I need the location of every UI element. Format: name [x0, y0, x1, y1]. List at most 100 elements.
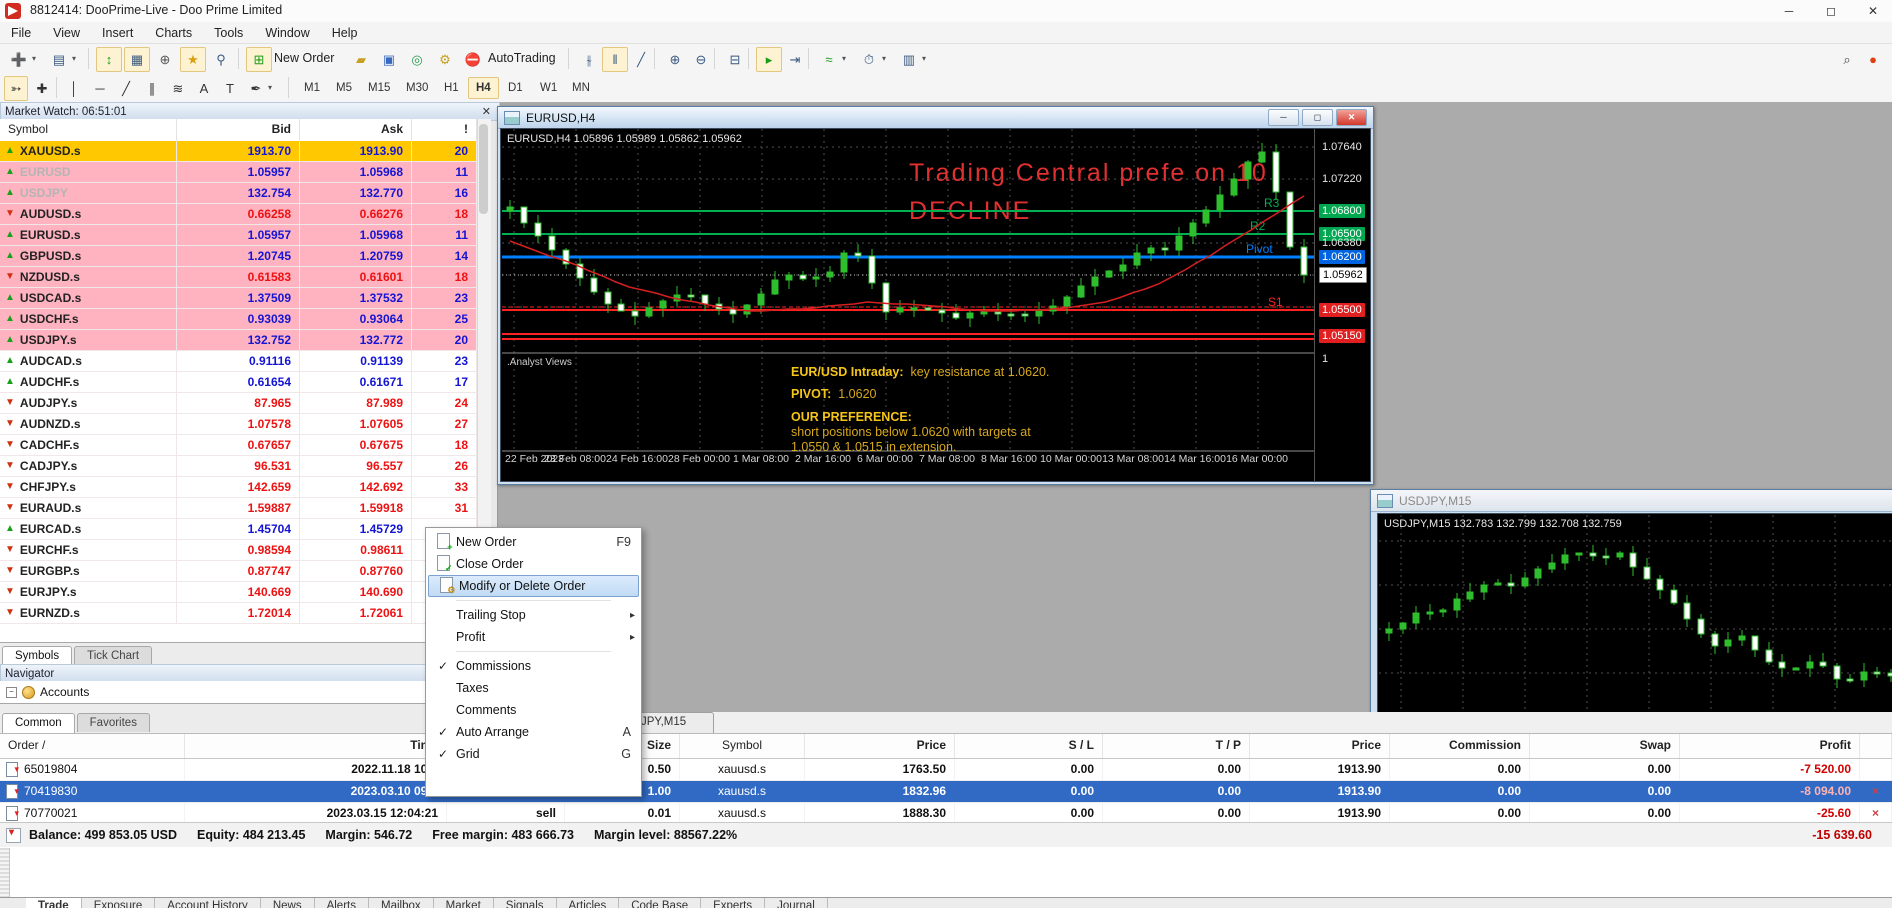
menu-item-modify-or-delete-order[interactable]: Modify or Delete Order — [428, 575, 639, 597]
column-header-bid[interactable]: Bid — [177, 119, 300, 141]
arrows-icon[interactable]: ✒ — [244, 76, 268, 101]
horizontal-line-icon[interactable]: ─ — [88, 76, 112, 101]
terminal-tab-mailbox[interactable]: Mailbox — [369, 898, 434, 908]
templates-icon[interactable]: ▥ — [896, 47, 922, 72]
market-watch-row-chfjpy.s[interactable]: ▼CHFJPY.s142.659142.69233 — [0, 477, 477, 498]
menu-file[interactable]: File — [0, 24, 42, 42]
new-order-icon[interactable]: ⊞ — [246, 47, 272, 72]
dropdown-caret-icon[interactable]: ▾ — [922, 54, 926, 63]
usdjpy-chart-area[interactable]: USDJPY,M15 132.783 132.799 132.708 132.7… — [1377, 513, 1892, 713]
terminal-tab-signals[interactable]: Signals — [494, 898, 557, 908]
column-header-ask[interactable]: Ask — [300, 119, 412, 141]
menu-window[interactable]: Window — [254, 24, 320, 42]
navigator-crosshair-icon[interactable]: ⊕ — [152, 47, 178, 72]
dropdown-caret-icon[interactable]: ▾ — [882, 54, 886, 63]
market-watch-row-audcad.s[interactable]: ▲AUDCAD.s0.911160.9113923 — [0, 351, 477, 372]
new-chart-icon[interactable]: ➕ — [6, 47, 32, 72]
market-watch-row-gbpusd.s[interactable]: ▲GBPUSD.s1.207451.2075914 — [0, 246, 477, 267]
terminal-tab-journal[interactable]: Journal — [765, 898, 828, 908]
market-watch-row-usdjpy[interactable]: ▲USDJPY132.754132.77016 — [0, 183, 477, 204]
market-watch-close-icon[interactable]: ✕ — [478, 105, 495, 118]
menu-item-grid[interactable]: ✓GridG — [426, 743, 641, 765]
maximize-button[interactable]: ◻ — [1814, 0, 1848, 22]
timeframe-h4[interactable]: H4 — [468, 77, 499, 99]
auto-scroll-icon[interactable]: ▸ — [756, 47, 782, 72]
menu-charts[interactable]: Charts — [144, 24, 203, 42]
terminal-tab-exposure[interactable]: Exposure — [82, 898, 156, 908]
minimize-button[interactable]: ─ — [1772, 0, 1806, 22]
timeframe-d1[interactable]: D1 — [500, 77, 531, 99]
tab-common[interactable]: Common — [2, 713, 75, 733]
column-header-symbol[interactable]: Symbol — [680, 734, 805, 758]
order-row-70419830[interactable]: 704198302023.03.10 09:2sell1.00xauusd.s1… — [0, 781, 1892, 803]
terminal-tab-trade[interactable]: Trade — [26, 898, 82, 908]
crosshair-icon[interactable]: ✚ — [30, 76, 54, 101]
market-watch-row-eurusd.s[interactable]: ▲EURUSD.s1.059571.0596811 — [0, 225, 477, 246]
market-watch-row-cadchf.s[interactable]: ▼CADCHF.s0.676570.6767518 — [0, 435, 477, 456]
market-watch-row-audchf.s[interactable]: ▲AUDCHF.s0.616540.6167117 — [0, 372, 477, 393]
deposit-icon[interactable]: ▰ — [348, 47, 374, 72]
timeframe-h1[interactable]: H1 — [436, 77, 467, 99]
text-icon[interactable]: A — [192, 76, 216, 101]
terminal-tab-articles[interactable]: Articles — [557, 898, 620, 908]
market-watch-row-eurusd[interactable]: ▲EURUSD1.059571.0596811 — [0, 162, 477, 183]
chart-maximize-button[interactable]: ◻ — [1302, 109, 1333, 126]
menu-item-auto-arrange[interactable]: ✓Auto ArrangeA — [426, 721, 641, 743]
column-header-symbol[interactable]: Symbol — [0, 119, 177, 141]
zoom-in-icon[interactable]: ⊕ — [662, 47, 688, 72]
market-watch-row-nzdusd.s[interactable]: ▼NZDUSD.s0.615830.6160118 — [0, 267, 477, 288]
column-header-price[interactable]: Price — [1250, 734, 1390, 758]
terminal-icon[interactable]: ★ — [180, 47, 206, 72]
market-watch-row-eurnzd.s[interactable]: ▼EURNZD.s1.720141.72061 — [0, 603, 477, 624]
tab-tick-chart[interactable]: Tick Chart — [74, 646, 152, 665]
menu-item-close-order[interactable]: Close Order — [426, 553, 641, 575]
tab-favorites[interactable]: Favorites — [77, 713, 150, 732]
close-order-icon[interactable]: × — [1860, 781, 1892, 802]
column-header-tp[interactable]: T / P — [1103, 734, 1250, 758]
order-row-65019804[interactable]: 650198042022.11.18 10:30.50xauusd.s1763.… — [0, 759, 1892, 781]
trendline-icon[interactable]: ╱ — [114, 76, 138, 101]
data-window-icon[interactable]: ▦ — [124, 47, 150, 72]
profiles-icon[interactable]: ▤ — [46, 47, 72, 72]
column-header-commission[interactable]: Commission — [1390, 734, 1530, 758]
market-watch-icon[interactable]: ↕ — [96, 47, 122, 72]
dropdown-caret-icon[interactable]: ▾ — [842, 54, 846, 63]
column-header-time[interactable]: Time — [185, 734, 447, 758]
market-watch-row-audnzd.s[interactable]: ▼AUDNZD.s1.075781.0760527 — [0, 414, 477, 435]
cursor-icon[interactable]: ➳ — [4, 76, 28, 101]
menu-item-taxes[interactable]: Taxes — [426, 677, 641, 699]
column-header-swap[interactable]: Swap — [1530, 734, 1680, 758]
indicators-icon[interactable]: ≈ — [816, 47, 842, 72]
timeframe-w1[interactable]: W1 — [532, 77, 565, 99]
new-order-button[interactable]: New Order — [274, 51, 334, 65]
menu-view[interactable]: View — [42, 24, 91, 42]
close-order-icon[interactable]: × — [1860, 803, 1892, 824]
line-chart-type-icon[interactable]: ╱ — [628, 47, 654, 72]
market-watch-row-euraud.s[interactable]: ▼EURAUD.s1.598871.5991831 — [0, 498, 477, 519]
market-watch-row-eurgbp.s[interactable]: ▼EURGBP.s0.877470.87760 — [0, 561, 477, 582]
dropdown-caret-icon[interactable]: ▾ — [268, 83, 272, 92]
market-watch-row-audjpy.s[interactable]: ▼AUDJPY.s87.96587.98924 — [0, 393, 477, 414]
vertical-line-icon[interactable]: │ — [62, 76, 86, 101]
autotrading-button[interactable]: AutoTrading — [488, 51, 556, 65]
chart-window-eurusd-titlebar[interactable]: EURUSD,H4 ─ ◻ ✕ — [498, 107, 1373, 129]
column-header-sl[interactable]: S / L — [955, 734, 1103, 758]
timeframe-m15[interactable]: M15 — [360, 77, 398, 99]
menu-item-new-order[interactable]: New OrderF9 — [426, 531, 641, 553]
timeframe-m30[interactable]: M30 — [398, 77, 436, 99]
navigator-item-accounts[interactable]: Accounts — [40, 685, 89, 699]
periods-icon[interactable]: ⏱ — [856, 47, 882, 72]
strategy-tester-icon[interactable]: ⚲ — [208, 47, 234, 72]
zoom-out-icon[interactable]: ⊖ — [688, 47, 714, 72]
market-watch-row-usdjpy.s[interactable]: ▲USDJPY.s132.752132.77220 — [0, 330, 477, 351]
tab-symbols[interactable]: Symbols — [2, 646, 72, 666]
column-header-order[interactable]: Order / — [0, 734, 185, 758]
expert-advisors-icon[interactable]: ⚙ — [432, 47, 458, 72]
chart-window-usdjpy-titlebar[interactable]: USDJPY,M15 — [1371, 490, 1892, 512]
market-watch-row-eurchf.s[interactable]: ▼EURCHF.s0.985940.98611 — [0, 540, 477, 561]
chart-shift-icon[interactable]: ⇥ — [782, 47, 808, 72]
column-header-price[interactable]: Price — [805, 734, 955, 758]
tile-windows-icon[interactable]: ⊟ — [722, 47, 748, 72]
bar-chart-type-icon[interactable]: ⫳ — [576, 47, 602, 72]
channel-icon[interactable]: ∥ — [140, 76, 164, 101]
